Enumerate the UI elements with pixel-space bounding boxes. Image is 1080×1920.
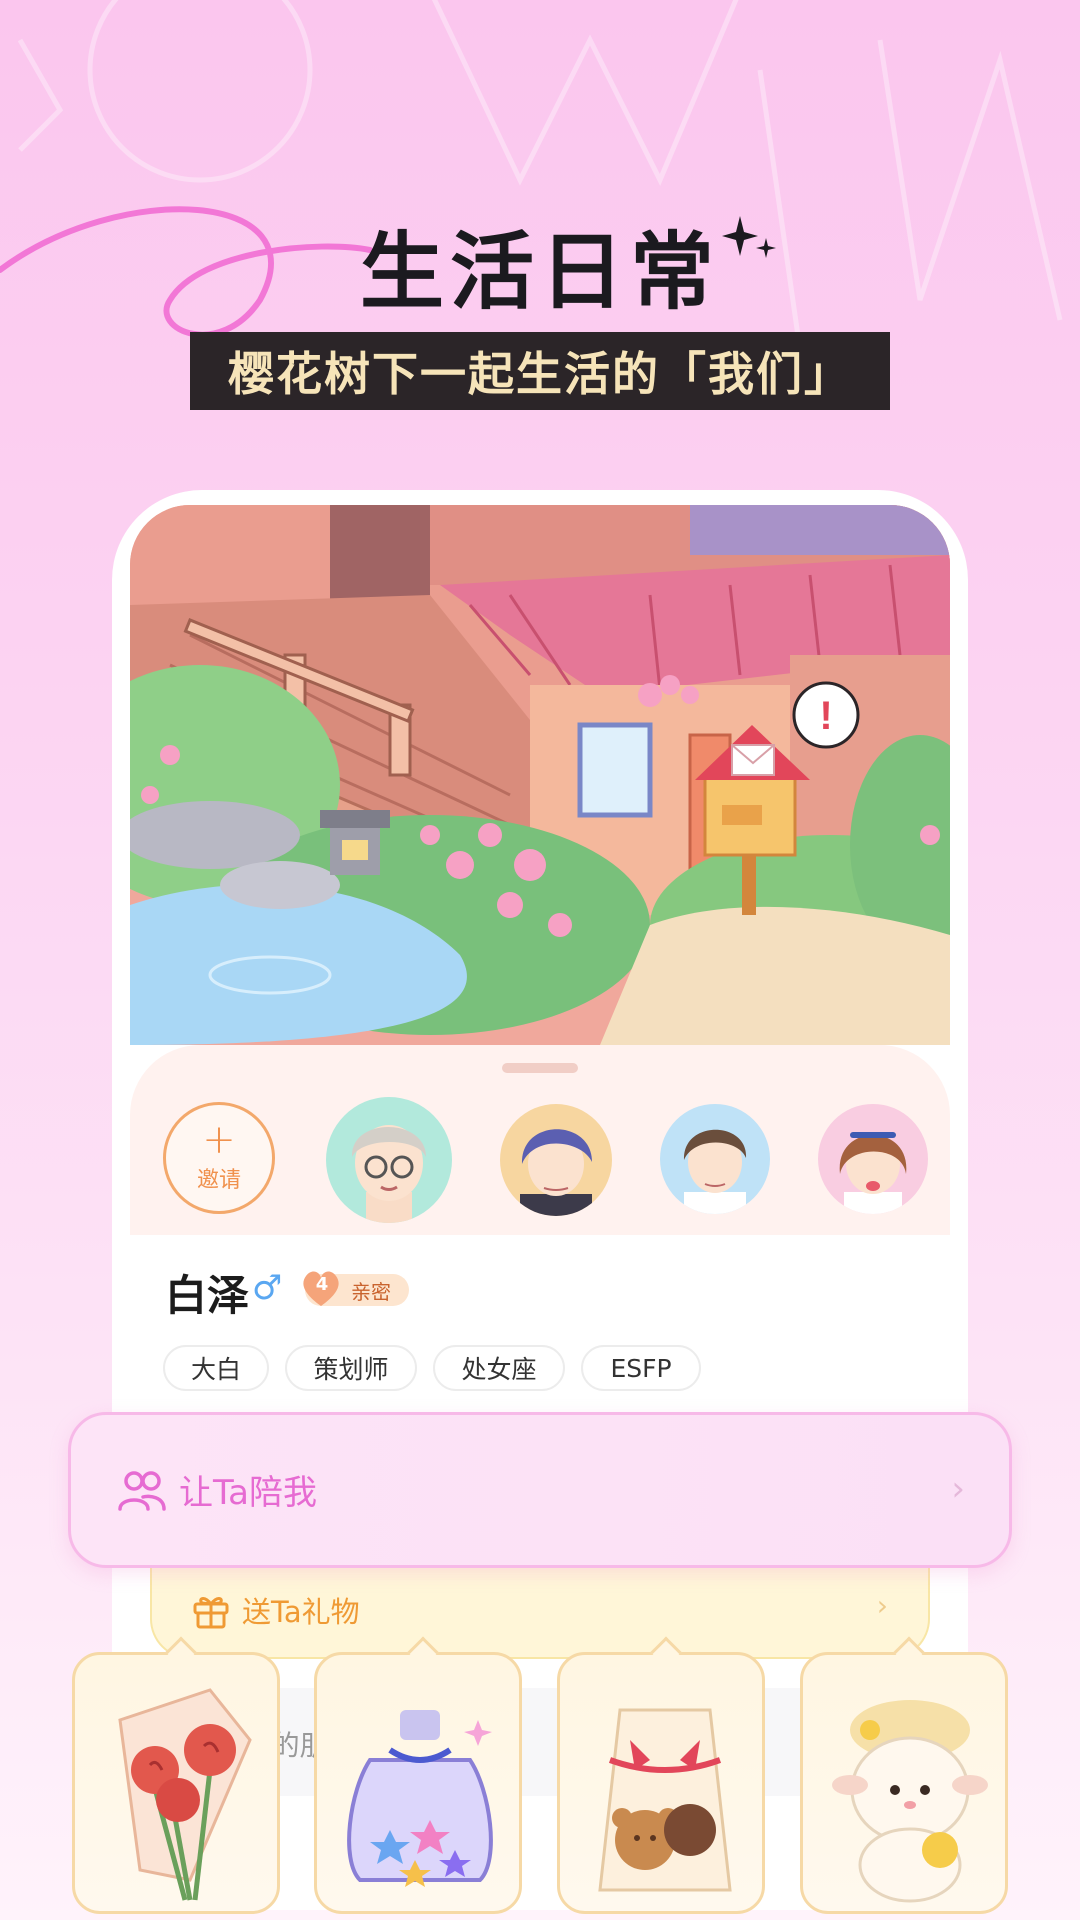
intimacy-label: 亲密: [351, 1279, 391, 1304]
profile-tag: 大白: [163, 1345, 269, 1391]
send-gift-label: 送Ta礼物: [242, 1595, 360, 1629]
profile-tag: 策划师: [285, 1345, 417, 1391]
invite-button[interactable]: + 邀请: [163, 1102, 275, 1214]
people-icon: [118, 1471, 166, 1511]
profile-name: 白泽: [165, 1271, 250, 1320]
send-gift-button[interactable]: 送Ta礼物 ›: [150, 1567, 930, 1659]
notification-bubble[interactable]: !: [792, 681, 860, 749]
companion-avatar[interactable]: [326, 1097, 452, 1223]
invite-label: 邀请: [196, 1168, 241, 1193]
profile-tag: ESFP: [581, 1345, 701, 1391]
plus-icon: +: [202, 1117, 236, 1163]
chevron-right-icon: ›: [951, 1469, 965, 1509]
scene-illustration: !: [130, 505, 950, 1045]
accompany-me-label: 让Ta陪我: [179, 1473, 317, 1513]
sheet-drag-handle[interactable]: [502, 1063, 578, 1073]
profile-tag: 处女座: [433, 1345, 565, 1391]
notification-mark: !: [819, 694, 832, 738]
accompany-me-button[interactable]: 让Ta陪我 ›: [68, 1412, 1012, 1568]
intimacy-level: 4: [315, 1274, 329, 1295]
page-title: 生活日常: [359, 223, 720, 321]
sparkle-icon: [722, 216, 776, 258]
star-jar-icon: [347, 1710, 493, 1887]
chevron-right-icon: ›: [876, 1589, 888, 1622]
cookie-bag-icon: [598, 1708, 732, 1892]
home-scene[interactable]: !: [130, 505, 950, 1045]
rose-bouquet-icon: [118, 1688, 252, 1901]
subtitle-banner: 樱花树下一起生活的「我们」: [190, 332, 890, 410]
gift-icon: [193, 1597, 229, 1629]
companion-avatar[interactable]: [660, 1104, 770, 1214]
gender-male-icon: ♂: [252, 1268, 283, 1308]
companion-avatar[interactable]: [500, 1104, 612, 1216]
companion-avatar[interactable]: [818, 1104, 928, 1214]
sheep-plush-icon: [832, 1700, 988, 1903]
